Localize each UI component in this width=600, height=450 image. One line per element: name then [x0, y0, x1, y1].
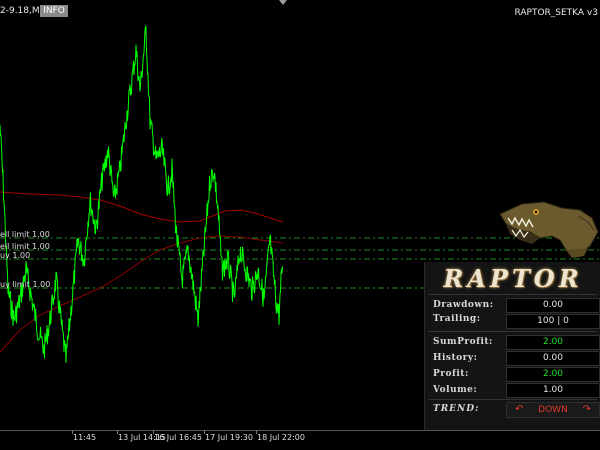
moving-average-line	[0, 191, 284, 223]
history-value: 0.00	[506, 351, 600, 366]
raptor-panel: RAPTOR Drawdown: 0.00 Trailing: 100 | 0 …	[424, 262, 600, 430]
trailing-value: 100 | 0	[506, 314, 600, 329]
sumprofit-value: 2.00	[506, 335, 600, 350]
volume-value: 1.00	[506, 383, 600, 398]
brand-title: RAPTOR	[443, 264, 583, 293]
order-label-2: ell limit 1.00	[0, 242, 50, 251]
time-tick: 16 Jul 16:45	[154, 433, 202, 442]
profit-label: Profit:	[433, 369, 469, 379]
trend-label: TREND:	[433, 404, 480, 414]
time-tick: 17 Jul 19:30	[205, 433, 253, 442]
history-label: History:	[433, 353, 478, 363]
sumprofit-label: SumProfit:	[433, 337, 493, 347]
trailing-label: Trailing:	[433, 314, 481, 324]
order-label-3: uy 1.00	[0, 251, 31, 260]
drawdown-value: 0.00	[506, 298, 600, 313]
arrow-right-icon: ↷	[582, 404, 591, 415]
divider	[429, 331, 597, 332]
arrow-left-icon: ↶	[515, 404, 524, 415]
time-tick: 11:45	[73, 433, 97, 442]
time-tick: 18 Jul 22:00	[257, 433, 305, 442]
order-label-1: ell limit 1.00	[0, 230, 50, 239]
order-label-4: uy limit 1.00	[0, 280, 51, 289]
raptor-logo-icon	[499, 201, 599, 258]
volume-label: Volume:	[433, 385, 478, 395]
divider	[429, 294, 597, 295]
divider	[429, 399, 597, 400]
drawdown-label: Drawdown:	[433, 300, 494, 310]
chart-window: 2-9.18,M15 INFO RAPTOR_SETKA v3 ell limi…	[0, 0, 600, 450]
trend-value-box: ↶ DOWN ↷	[506, 402, 600, 418]
trend-value: DOWN	[538, 405, 568, 415]
profit-value: 2.00	[506, 367, 600, 382]
